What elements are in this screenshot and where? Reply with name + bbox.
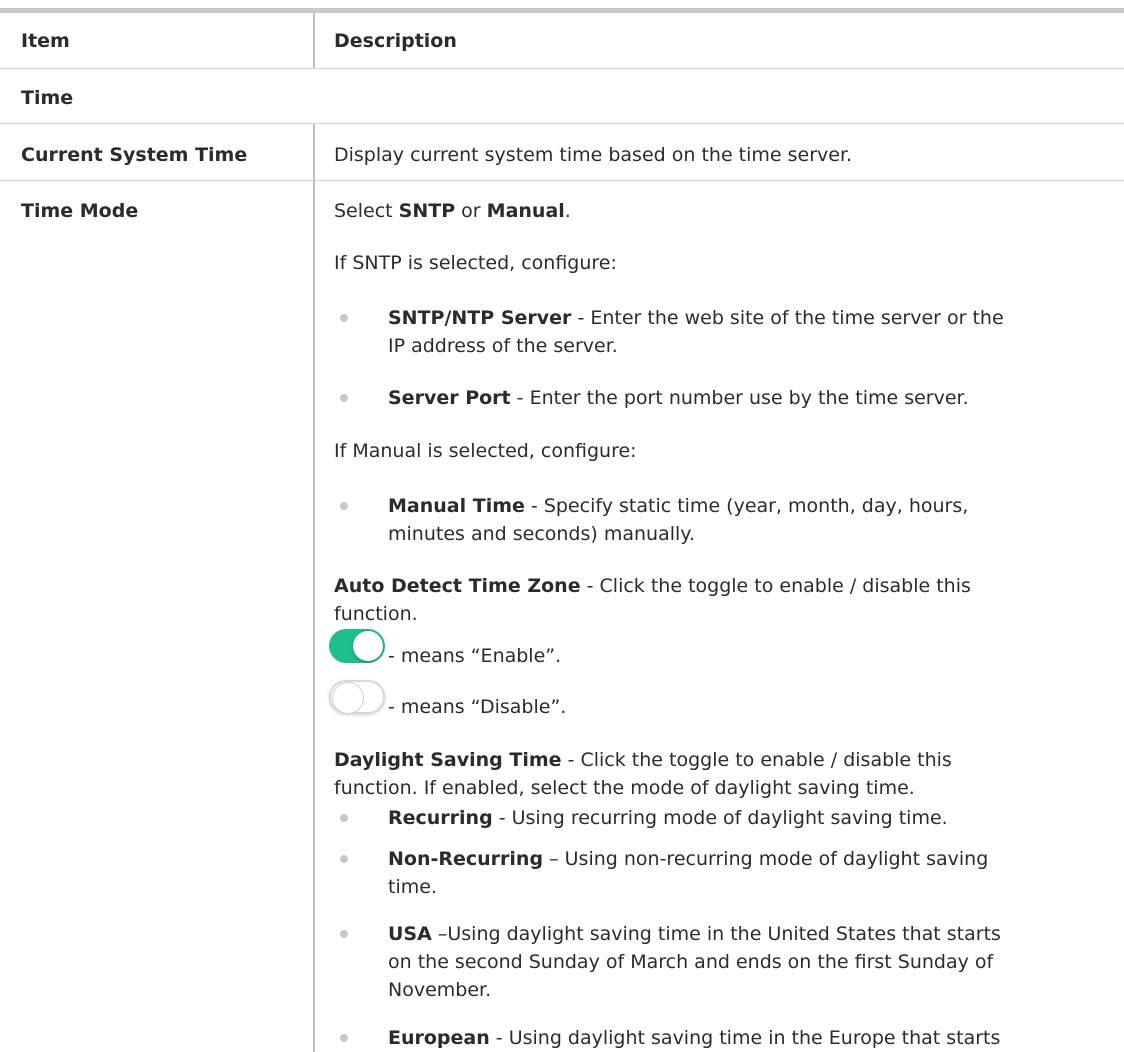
- auto-detect-name: Auto Detect Time Zone: [334, 575, 581, 597]
- section-title: Time: [21, 87, 74, 109]
- column-divider-header: [313, 13, 315, 68]
- bullet-icon: [340, 930, 348, 938]
- select-or: or: [455, 200, 487, 222]
- daylight-para: Daylight Saving Time - Click the toggle …: [334, 746, 952, 802]
- dst-recurring-line1: - Using recurring mode of daylight savin…: [492, 807, 948, 829]
- toggle-knob: [332, 682, 364, 714]
- dst-nonrecurring-line1: – Using non-recurring mode of daylight s…: [543, 848, 989, 870]
- manual-time-name: Manual Time: [388, 495, 525, 517]
- toggle-enable-text: - means “Enable”.: [388, 645, 562, 667]
- toggle-disabled-icon: [329, 680, 385, 714]
- server-port-name: Server Port: [388, 387, 511, 409]
- bullet-icon: [340, 814, 348, 822]
- select-sntp: SNTP: [398, 200, 456, 222]
- time-mode-select-line: Select SNTP or Manual.: [334, 197, 571, 225]
- sntp-intro: If SNTP is selected, configure:: [334, 252, 617, 274]
- header-description: Description: [334, 30, 457, 52]
- dst-nonrecurring-line2: time.: [388, 876, 437, 898]
- sntp-server-name: SNTP/NTP Server: [388, 307, 572, 329]
- bullet-icon: [340, 855, 348, 863]
- dst-nonrecurring-name: Non-Recurring: [388, 848, 544, 870]
- dst-nonrecurring-item: Non-Recurring – Using non-recurring mode…: [388, 845, 988, 901]
- sntp-server-line2: IP address of the server.: [388, 335, 618, 357]
- bullet-icon: [340, 502, 348, 510]
- dst-recurring-item: Recurring - Using recurring mode of dayl…: [388, 804, 948, 832]
- select-end: .: [564, 200, 571, 222]
- dst-usa-line1: –Using daylight saving time in the Unite…: [431, 923, 1001, 945]
- row-desc-current-system-time: Display current system time based on the…: [334, 144, 853, 166]
- daylight-line1: - Click the toggle to enable / disable t…: [561, 749, 952, 771]
- toggle-knob: [353, 631, 383, 661]
- dst-usa-line2: on the second Sunday of March and ends o…: [388, 951, 994, 973]
- manual-time-line1: - Specify static time (year, month, day,…: [524, 495, 969, 517]
- section-bottom-line: [0, 123, 1124, 124]
- row-label-time-mode: Time Mode: [21, 200, 139, 222]
- server-port-item: Server Port - Enter the port number use …: [388, 384, 969, 412]
- header-item: Item: [21, 30, 70, 52]
- sntp-server-item: SNTP/NTP Server - Enter the web site of …: [388, 304, 1004, 360]
- manual-time-line2: minutes and seconds) manually.: [388, 523, 695, 545]
- dst-recurring-name: Recurring: [388, 807, 493, 829]
- select-prefix: Select: [334, 200, 399, 222]
- row-label-current-system-time: Current System Time: [21, 144, 248, 166]
- auto-detect-line1: - Click the toggle to enable / disable t…: [580, 575, 971, 597]
- daylight-name: Daylight Saving Time: [334, 749, 562, 771]
- auto-detect-para: Auto Detect Time Zone - Click the toggle…: [334, 572, 971, 628]
- dst-usa-name: USA: [388, 923, 432, 945]
- sntp-server-line1: - Enter the web site of the time server …: [571, 307, 1004, 329]
- column-divider-body: [313, 124, 315, 1052]
- header-bottom-line: [0, 68, 1124, 69]
- toggle-enabled-icon: [329, 629, 385, 663]
- bullet-icon: [340, 394, 348, 402]
- dst-usa-line3: November.: [388, 979, 492, 1001]
- dst-usa-item: USA –Using daylight saving time in the U…: [388, 920, 1001, 1004]
- toggle-disable-text: - means “Disable”.: [388, 696, 567, 718]
- select-manual: Manual: [486, 200, 565, 222]
- manual-time-item: Manual Time - Specify static time (year,…: [388, 492, 968, 548]
- bullet-icon: [340, 1034, 348, 1042]
- daylight-line2: function. If enabled, select the mode of…: [334, 777, 915, 799]
- table-top-rule: [0, 8, 1124, 13]
- dst-european-line1: - Using daylight saving time in the Euro…: [489, 1027, 1001, 1049]
- dst-european-item: European - Using daylight saving time in…: [388, 1024, 1000, 1052]
- row-bottom-line: [0, 180, 1124, 181]
- auto-detect-line2: function.: [334, 603, 418, 625]
- server-port-line1: - Enter the port number use by the time …: [510, 387, 969, 409]
- manual-intro: If Manual is selected, configure:: [334, 440, 637, 462]
- dst-european-name: European: [388, 1027, 490, 1049]
- bullet-icon: [340, 314, 348, 322]
